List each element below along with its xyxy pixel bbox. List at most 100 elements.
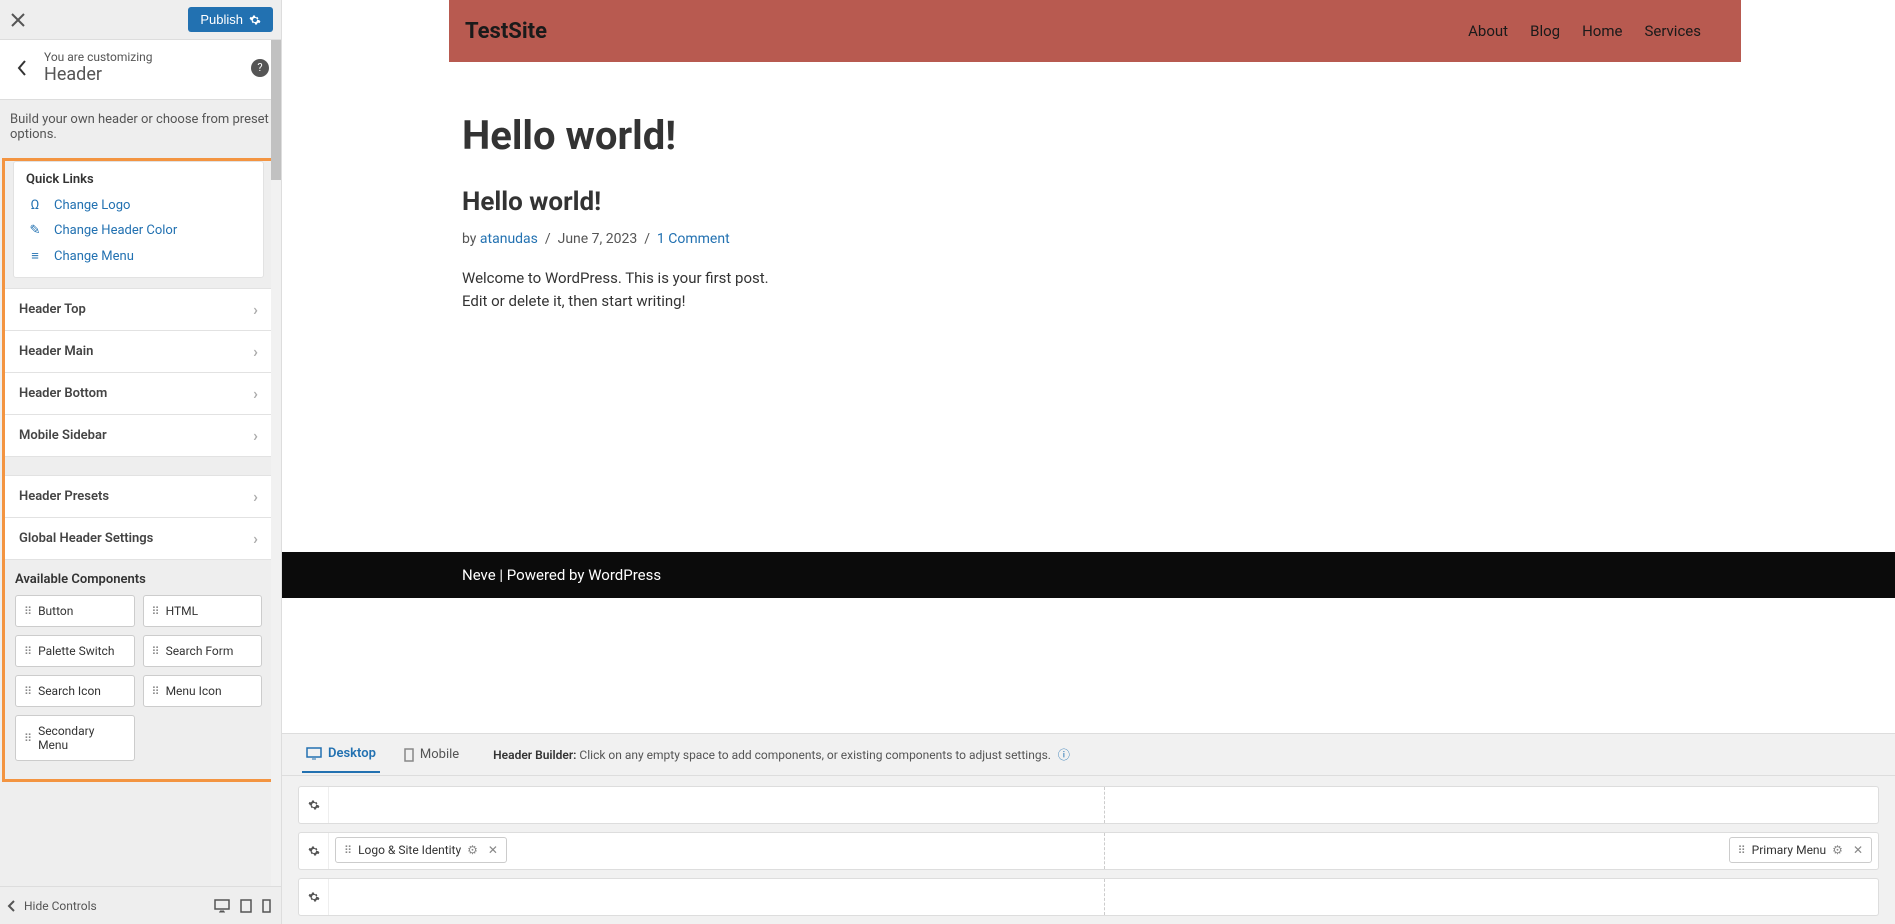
device-desktop-button[interactable] bbox=[214, 899, 230, 913]
component-label: HTML bbox=[166, 604, 199, 618]
omega-icon: Ω bbox=[26, 198, 44, 213]
component-html[interactable]: ⠿HTML bbox=[143, 595, 263, 627]
site-header: TestSite About Blog Home Services bbox=[449, 0, 1741, 62]
component-menu-icon[interactable]: ⠿ Menu Icon bbox=[143, 675, 263, 707]
drag-icon: ⠿ bbox=[152, 645, 160, 658]
info-icon[interactable]: ⓘ bbox=[1058, 748, 1070, 762]
nav-link-home[interactable]: Home bbox=[1582, 22, 1622, 40]
builder-row-main[interactable]: ⠿ Logo & Site Identity ⚙ ✕ ⠿ Primary Men… bbox=[298, 832, 1879, 870]
hide-controls-button[interactable]: Hide Controls bbox=[6, 899, 97, 913]
section-label: Header Main bbox=[19, 344, 93, 359]
desktop-icon bbox=[214, 899, 230, 913]
component-button[interactable]: ⠿ Button bbox=[15, 595, 135, 627]
quick-link-change-menu[interactable]: ≡ Change Menu bbox=[26, 243, 251, 269]
hide-controls-label: Hide Controls bbox=[24, 899, 97, 913]
drag-icon: ⠿ bbox=[24, 732, 32, 745]
device-mobile-button[interactable] bbox=[262, 899, 271, 913]
section-global-header-settings[interactable]: Global Header Settings › bbox=[5, 518, 272, 560]
site-footer: Neve | Powered by WordPress bbox=[282, 552, 1895, 598]
quick-link-change-logo[interactable]: Ω Change Logo bbox=[26, 193, 251, 218]
component-label: Button bbox=[38, 604, 73, 618]
footer-theme-link[interactable]: Neve bbox=[462, 566, 496, 584]
site-title[interactable]: TestSite bbox=[465, 19, 547, 44]
quick-link-label: Change Header Color bbox=[54, 223, 177, 238]
comments-link[interactable]: 1 Comment bbox=[657, 231, 730, 247]
panel-header: You are customizing Header ? bbox=[0, 40, 281, 100]
quick-link-change-header-color[interactable]: ✎ Change Header Color bbox=[26, 218, 251, 243]
chevron-right-icon: › bbox=[253, 342, 258, 361]
builder-row-top[interactable] bbox=[298, 786, 1879, 824]
builder-hint: Header Builder: Click on any empty space… bbox=[493, 746, 1070, 763]
available-components-grid: ⠿Button ⠿HTML ⠿Palette Switch ⠿Search Fo… bbox=[5, 595, 272, 771]
back-button[interactable] bbox=[8, 60, 36, 76]
sidebar-scrollbar[interactable] bbox=[271, 40, 281, 886]
section-header-presets[interactable]: Header Presets › bbox=[5, 475, 272, 518]
panel-title: Header bbox=[44, 64, 251, 85]
post-title[interactable]: Hello world! bbox=[462, 187, 1895, 217]
nav-link-about[interactable]: About bbox=[1468, 22, 1508, 40]
page-title: Hello world! bbox=[462, 112, 1895, 159]
preview-area: TestSite About Blog Home Services Hello … bbox=[282, 0, 1895, 924]
drag-icon: ⠿ bbox=[1738, 844, 1746, 857]
quick-link-label: Change Menu bbox=[54, 249, 134, 264]
close-icon bbox=[11, 13, 25, 27]
slot-remove-icon[interactable]: ✕ bbox=[1853, 843, 1863, 857]
section-label: Mobile Sidebar bbox=[19, 428, 107, 443]
nav-link-blog[interactable]: Blog bbox=[1530, 22, 1560, 40]
section-header-bottom[interactable]: Header Bottom › bbox=[5, 373, 272, 415]
component-palette-switch[interactable]: ⠿Palette Switch bbox=[15, 635, 135, 667]
drag-icon: ⠿ bbox=[24, 605, 32, 618]
drag-icon: ⠿ bbox=[344, 844, 352, 857]
chevron-right-icon: › bbox=[253, 300, 258, 319]
collapse-icon bbox=[6, 900, 18, 912]
help-icon[interactable]: ? bbox=[251, 59, 269, 77]
tab-label: Mobile bbox=[420, 747, 459, 762]
slot-primary-menu[interactable]: ⠿ Primary Menu ⚙ ✕ bbox=[1729, 837, 1872, 863]
sidebar-topbar: Publish bbox=[0, 0, 281, 40]
row-settings-button[interactable] bbox=[299, 833, 329, 869]
slot-settings-icon[interactable]: ⚙ bbox=[1832, 843, 1843, 857]
quick-links-title: Quick Links bbox=[26, 172, 251, 187]
drag-icon: ⠿ bbox=[152, 685, 160, 698]
publish-label: Publish bbox=[200, 12, 243, 27]
slot-remove-icon[interactable]: ✕ bbox=[488, 843, 498, 857]
chevron-left-icon bbox=[17, 60, 27, 76]
gear-icon bbox=[308, 891, 320, 903]
publish-button[interactable]: Publish bbox=[188, 7, 273, 32]
chevron-right-icon: › bbox=[253, 384, 258, 403]
nav-link-services[interactable]: Services bbox=[1644, 22, 1701, 40]
slot-settings-icon[interactable]: ⚙ bbox=[467, 843, 478, 857]
tab-mobile[interactable]: Mobile bbox=[400, 737, 463, 772]
row-settings-button[interactable] bbox=[299, 787, 329, 823]
tab-desktop[interactable]: Desktop bbox=[302, 736, 380, 773]
slot-label: Logo & Site Identity bbox=[358, 843, 461, 857]
footer-wp-link[interactable]: WordPress bbox=[588, 566, 661, 584]
drag-icon: ⠿ bbox=[24, 645, 32, 658]
component-label: Search Form bbox=[166, 644, 234, 658]
section-header-main[interactable]: Header Main › bbox=[5, 331, 272, 373]
section-header-top[interactable]: Header Top › bbox=[5, 288, 272, 331]
component-secondary-menu[interactable]: ⠿Secondary Menu bbox=[15, 715, 135, 761]
mobile-icon bbox=[404, 748, 414, 762]
panel-description: Build your own header or choose from pre… bbox=[0, 100, 281, 158]
post-meta: by atanudas / June 7, 2023 / 1 Comment bbox=[462, 231, 1895, 247]
row-settings-button[interactable] bbox=[299, 879, 329, 915]
component-search-icon[interactable]: ⠿Search Icon bbox=[15, 675, 135, 707]
author-link[interactable]: atanudas bbox=[480, 231, 538, 247]
section-label: Header Bottom bbox=[19, 386, 107, 401]
tab-label: Desktop bbox=[328, 746, 376, 761]
chevron-right-icon: › bbox=[253, 529, 258, 548]
builder-row-bottom[interactable] bbox=[298, 878, 1879, 916]
component-search-form[interactable]: ⠿ Search Form bbox=[143, 635, 263, 667]
post-body: Welcome to WordPress. This is your first… bbox=[462, 267, 772, 312]
slot-logo-identity[interactable]: ⠿ Logo & Site Identity ⚙ ✕ bbox=[335, 837, 507, 863]
drag-icon: ⠿ bbox=[24, 685, 32, 698]
component-label: Menu Icon bbox=[166, 684, 222, 698]
section-label: Header Top bbox=[19, 302, 86, 317]
quick-links-panel: Quick Links Ω Change Logo ✎ Change Heade… bbox=[13, 161, 264, 278]
available-components-title: Available Components bbox=[5, 560, 272, 595]
header-builder: Desktop Mobile Header Builder: Click on … bbox=[282, 733, 1895, 924]
close-customizer-button[interactable] bbox=[0, 0, 36, 40]
section-mobile-sidebar[interactable]: Mobile Sidebar › bbox=[5, 415, 272, 457]
device-tablet-button[interactable] bbox=[240, 899, 252, 913]
